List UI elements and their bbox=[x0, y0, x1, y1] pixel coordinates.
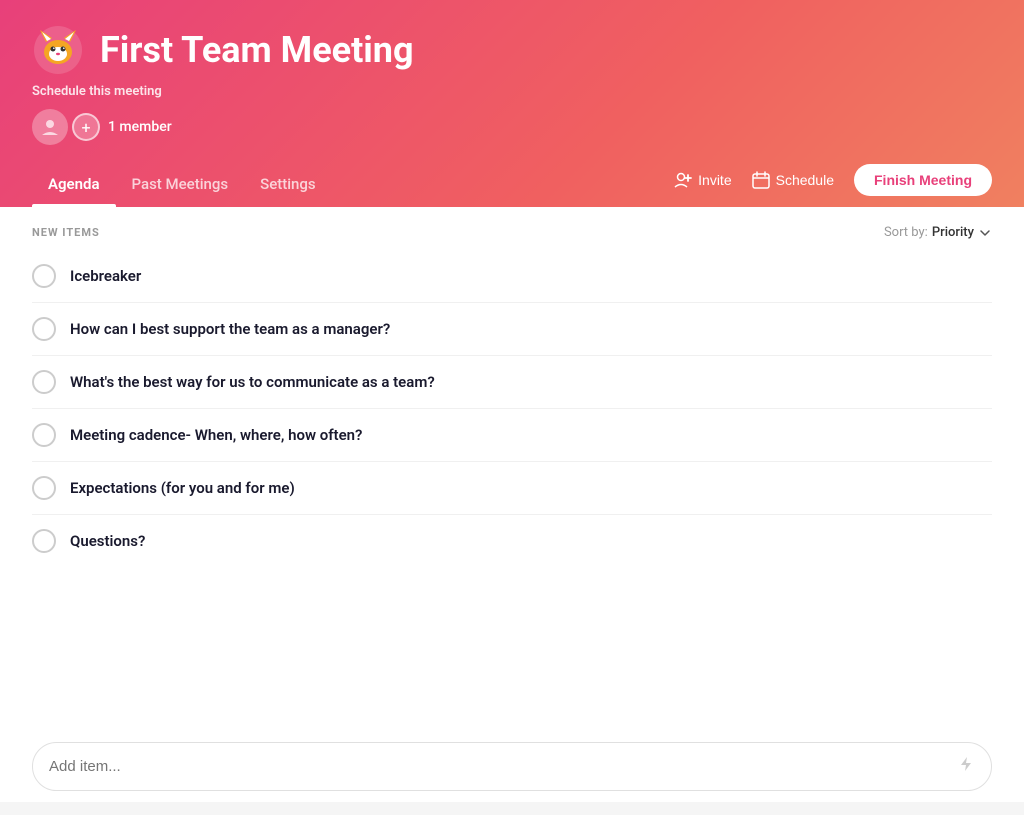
schedule-label: Schedule bbox=[776, 172, 834, 188]
item-text: How can I best support the team as a man… bbox=[70, 320, 390, 338]
add-item-bar bbox=[32, 742, 992, 791]
member-count: 1 member bbox=[108, 119, 172, 135]
item-checkbox[interactable] bbox=[32, 370, 56, 394]
agenda-item[interactable]: Questions? bbox=[32, 515, 992, 567]
invite-label: Invite bbox=[698, 172, 731, 188]
nav-bar: Agenda Past Meetings Settings Invite bbox=[32, 161, 992, 207]
lightning-button[interactable] bbox=[957, 755, 975, 778]
header: First Team Meeting Schedule this meeting… bbox=[0, 0, 1024, 207]
add-member-button[interactable]: + bbox=[72, 113, 100, 141]
lightning-icon bbox=[957, 755, 975, 773]
agenda-item[interactable]: What's the best way for us to communicat… bbox=[32, 356, 992, 409]
schedule-button[interactable]: Schedule bbox=[752, 171, 834, 189]
app-logo bbox=[32, 24, 84, 76]
agenda-list: Icebreaker How can I best support the te… bbox=[32, 250, 992, 567]
item-text: What's the best way for us to communicat… bbox=[70, 373, 435, 391]
item-text: Meeting cadence- When, where, how often? bbox=[70, 426, 362, 444]
tab-past-meetings[interactable]: Past Meetings bbox=[116, 161, 245, 207]
members-row: + 1 member bbox=[32, 109, 992, 145]
item-checkbox[interactable] bbox=[32, 264, 56, 288]
calendar-icon bbox=[752, 171, 770, 189]
section-header: NEW ITEMS Sort by: Priority bbox=[32, 207, 992, 250]
item-text: Questions? bbox=[70, 532, 145, 550]
agenda-item[interactable]: Meeting cadence- When, where, how often? bbox=[32, 409, 992, 462]
section-label: NEW ITEMS bbox=[32, 226, 100, 239]
invite-button[interactable]: Invite bbox=[674, 171, 731, 189]
agenda-item[interactable]: Icebreaker bbox=[32, 250, 992, 303]
sort-control[interactable]: Sort by: Priority bbox=[884, 225, 992, 240]
avatar bbox=[32, 109, 68, 145]
invite-icon bbox=[674, 171, 692, 189]
sort-value: Priority bbox=[932, 225, 974, 240]
item-checkbox[interactable] bbox=[32, 476, 56, 500]
add-item-input[interactable] bbox=[49, 758, 957, 775]
finish-meeting-button[interactable]: Finish Meeting bbox=[854, 164, 992, 196]
item-checkbox[interactable] bbox=[32, 529, 56, 553]
chevron-down-icon bbox=[978, 226, 992, 240]
meeting-title: First Team Meeting bbox=[100, 29, 414, 71]
item-text: Expectations (for you and for me) bbox=[70, 479, 295, 497]
tab-agenda[interactable]: Agenda bbox=[32, 161, 116, 207]
nav-tabs: Agenda Past Meetings Settings bbox=[32, 161, 332, 207]
item-checkbox[interactable] bbox=[32, 317, 56, 341]
schedule-label: Schedule this meeting bbox=[32, 84, 992, 99]
tab-settings[interactable]: Settings bbox=[244, 161, 332, 207]
agenda-item[interactable]: How can I best support the team as a man… bbox=[32, 303, 992, 356]
sort-prefix: Sort by: bbox=[884, 225, 928, 240]
item-text: Icebreaker bbox=[70, 267, 141, 285]
nav-actions: Invite Schedule Finish Meeting bbox=[674, 164, 992, 204]
header-top: First Team Meeting bbox=[32, 24, 992, 76]
item-checkbox[interactable] bbox=[32, 423, 56, 447]
agenda-item[interactable]: Expectations (for you and for me) bbox=[32, 462, 992, 515]
main-content: NEW ITEMS Sort by: Priority Icebreaker H… bbox=[0, 207, 1024, 802]
